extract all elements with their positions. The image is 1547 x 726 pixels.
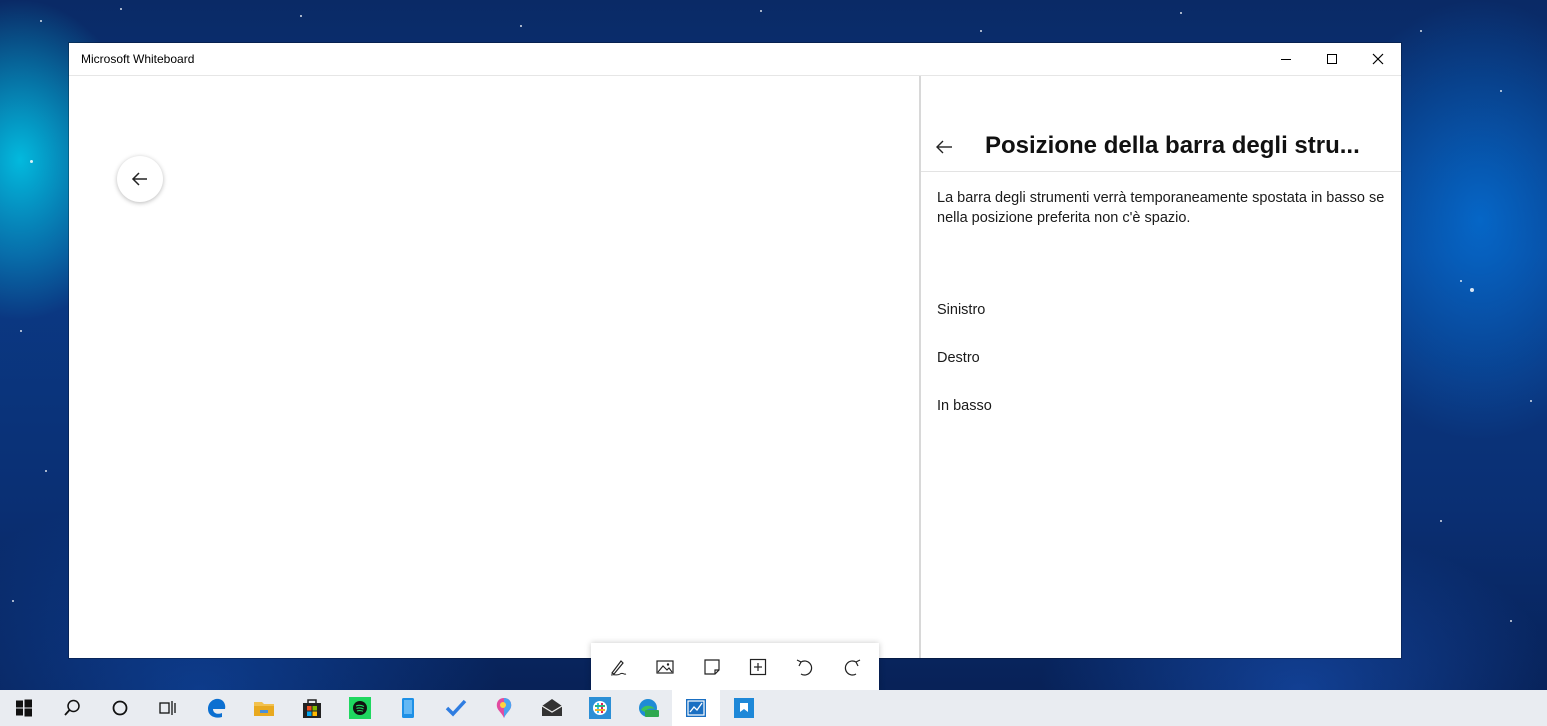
mail-icon xyxy=(541,699,563,716)
note-icon xyxy=(704,659,720,675)
file-explorer-icon xyxy=(254,702,274,716)
undo-button[interactable] xyxy=(785,647,825,687)
app-icon xyxy=(734,698,754,718)
search-icon xyxy=(64,699,80,716)
option-in-basso[interactable]: In basso xyxy=(937,398,992,414)
edge-icon xyxy=(208,698,226,718)
maximize-icon xyxy=(1327,54,1337,64)
taskbar xyxy=(0,690,1547,726)
window-title: Microsoft Whiteboard xyxy=(81,52,195,66)
image-tool-button[interactable] xyxy=(645,647,685,687)
paint3d-app[interactable] xyxy=(480,690,528,726)
pane-back-button[interactable] xyxy=(933,136,955,158)
redo-icon xyxy=(844,659,860,676)
windows-start-icon xyxy=(16,699,32,717)
phone-app[interactable] xyxy=(384,690,432,726)
close-button[interactable] xyxy=(1355,43,1401,75)
maximize-button[interactable] xyxy=(1309,43,1355,75)
whiteboard-icon xyxy=(686,699,706,717)
cortana-icon xyxy=(112,700,128,716)
image-icon xyxy=(656,660,674,674)
blue-app[interactable] xyxy=(720,690,768,726)
arrow-left-icon xyxy=(936,140,952,154)
whiteboard-app[interactable] xyxy=(672,690,720,726)
add-tool-button[interactable] xyxy=(738,647,778,687)
pen-tool-button[interactable] xyxy=(598,647,638,687)
spotify-icon xyxy=(349,697,371,719)
back-button[interactable] xyxy=(117,156,163,202)
task-view-button[interactable] xyxy=(144,690,192,726)
settings-pane: Posizione della barra degli stru... La b… xyxy=(919,76,1401,658)
todo-app[interactable] xyxy=(432,690,480,726)
phone-icon xyxy=(402,698,414,718)
arrow-left-icon xyxy=(131,172,147,186)
undo-icon xyxy=(796,659,813,676)
note-tool-button[interactable] xyxy=(692,647,732,687)
close-icon xyxy=(1372,53,1384,65)
todo-icon xyxy=(445,699,467,717)
canvas-toolbar xyxy=(591,643,879,691)
minimize-icon xyxy=(1281,59,1291,60)
spotify-app[interactable] xyxy=(336,690,384,726)
add-icon xyxy=(750,658,767,676)
search-button[interactable] xyxy=(48,690,96,726)
slack-app[interactable] xyxy=(576,690,624,726)
store-app[interactable] xyxy=(288,690,336,726)
title-bar[interactable]: Microsoft Whiteboard xyxy=(69,43,1401,76)
start-button[interactable] xyxy=(0,690,48,726)
redo-button[interactable] xyxy=(832,647,872,687)
pane-description: La barra degli strumenti verrà temporane… xyxy=(937,190,1385,226)
cortana-button[interactable] xyxy=(96,690,144,726)
option-destro[interactable]: Destro xyxy=(937,350,980,366)
edge-beta-app[interactable] xyxy=(624,690,672,726)
whiteboard-canvas[interactable] xyxy=(69,76,919,691)
edge-app[interactable] xyxy=(192,690,240,726)
pen-icon xyxy=(611,660,627,676)
task-view-icon xyxy=(159,701,176,715)
minimize-button[interactable] xyxy=(1263,43,1309,75)
store-icon xyxy=(303,699,321,718)
pane-header: Posizione della barra degli stru... xyxy=(921,76,1401,172)
option-sinistro[interactable]: Sinistro xyxy=(937,302,985,318)
paint3d-icon xyxy=(496,698,512,718)
file-explorer-app[interactable] xyxy=(240,690,288,726)
pane-title: Posizione della barra degli stru... xyxy=(985,132,1360,159)
mail-app[interactable] xyxy=(528,690,576,726)
edge-beta-icon xyxy=(639,699,659,717)
whiteboard-window: Microsoft Whiteboard Posizione della bar… xyxy=(69,43,1401,691)
slack-icon xyxy=(589,697,611,719)
